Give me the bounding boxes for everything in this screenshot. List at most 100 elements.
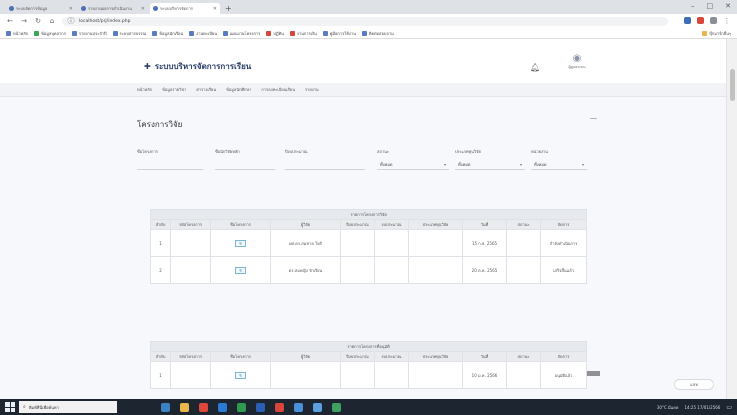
menu-item[interactable]: รายงาน — [305, 86, 319, 93]
forward-icon[interactable]: → — [20, 17, 28, 25]
column-header[interactable]: รหัสโครงการ — [170, 351, 211, 362]
column-header[interactable]: งบประมาณ — [374, 219, 409, 230]
menu-item[interactable]: ข้อมูลนักศึกษา — [226, 86, 251, 93]
row-number: 1 — [150, 229, 171, 257]
profile-icon[interactable] — [710, 17, 717, 24]
edge-icon[interactable] — [218, 402, 227, 412]
view-button[interactable]: ดู — [235, 371, 246, 379]
extension-icon[interactable] — [697, 17, 704, 24]
app-icon[interactable] — [332, 402, 341, 412]
clock[interactable]: 14:25 17/01/2566 — [684, 405, 720, 410]
bookmark-item[interactable]: ติดต่อสอบถาม — [361, 30, 394, 37]
column-header[interactable]: ประเภททุนวิจัย — [408, 219, 463, 230]
page-scrollbar[interactable] — [726, 39, 737, 399]
task-view-icon[interactable] — [161, 402, 170, 412]
browser-tab-active[interactable]: ระบบบริหารจัดการ ✕ — [150, 3, 220, 14]
collapse-icon[interactable]: — — [590, 114, 597, 122]
column-header[interactable]: งบประมาณ — [374, 351, 409, 362]
year-input[interactable] — [285, 169, 365, 170]
bookmark-item[interactable]: แผนงานโครงการ — [222, 30, 260, 37]
taskbar-search[interactable]: ⌕ พิมพ์ที่นี่เพื่อค้นหา — [19, 401, 117, 413]
minimize-icon[interactable]: – — [691, 2, 695, 10]
column-header[interactable]: ปีงบประมาณ — [340, 219, 375, 230]
bookmark-item[interactable]: งานทะเบียน — [189, 30, 217, 37]
bookmark-item[interactable]: คู่มือการใช้งาน — [322, 30, 356, 37]
filter-label: ชื่อนักวิจัยหลัก — [215, 149, 240, 154]
menu-item[interactable]: หน้าหลัก — [137, 86, 152, 93]
browser-tab[interactable]: ระบบจัดการข้อมูล ✕ — [6, 3, 76, 14]
scrollbar-thumb[interactable] — [730, 69, 735, 101]
project-name-input[interactable] — [137, 169, 203, 170]
bookmark-item[interactable]: งานการเงิน — [289, 30, 317, 37]
word-icon[interactable] — [256, 402, 265, 412]
bookmark-item[interactable]: ข้อมูลบุคลากร — [34, 30, 66, 37]
weather-widget[interactable]: 30°C มีแดด — [657, 404, 679, 411]
column-header[interactable]: ชื่อโครงการ — [210, 219, 271, 230]
bookmark-item[interactable]: รายงานประจำปี — [71, 30, 107, 37]
bookmark-icon — [112, 30, 118, 36]
maximize-icon[interactable]: □ — [707, 2, 714, 10]
tab-close-icon[interactable]: ✕ — [213, 6, 217, 12]
bookmark-item[interactable]: ระบบสารบรรณ — [112, 30, 146, 37]
web-page: ✚ ระบบบริหารจัดการการเรียน 🔔︎ ◉ ผู้ดูแลร… — [0, 39, 726, 399]
tab-close-icon[interactable]: ✕ — [69, 6, 73, 12]
browser-tab[interactable]: รายงานผลการดำเนินงาน ✕ — [78, 3, 148, 14]
browser-menu-icon[interactable]: ⋮ — [723, 17, 731, 25]
column-header[interactable]: วันที่ — [462, 351, 507, 362]
date-cell: 15 ก.ย. 2565 — [462, 229, 507, 257]
other-bookmarks[interactable]: บุ๊กมาร์กอื่นๆ — [702, 30, 731, 37]
column-header[interactable]: สถานะ — [506, 219, 541, 230]
file-explorer-icon[interactable] — [180, 402, 189, 412]
app-icon[interactable] — [313, 402, 322, 412]
projects-table: รายการโครงการวิจัย ลำดับ รหัสโครงการ ชื่… — [149, 209, 588, 284]
researcher-input[interactable] — [215, 169, 275, 170]
column-header[interactable]: ชื่อโครงการ — [210, 351, 271, 362]
column-header[interactable]: ปีงบประมาณ — [340, 351, 375, 362]
bookmark-label: ข้อมูลนักเรียน — [159, 30, 184, 36]
bookmark-item[interactable]: หน้าหลัก — [6, 30, 28, 37]
menu-item[interactable]: ตารางเรียน — [196, 86, 216, 93]
extension-icon[interactable] — [684, 17, 691, 24]
bookmark-item[interactable]: ปฏิทิน — [266, 30, 284, 37]
excel-icon[interactable] — [237, 402, 246, 412]
column-header[interactable]: ผู้วิจัย — [270, 219, 341, 230]
chat-button[interactable]: แชท — [674, 379, 714, 390]
back-icon[interactable]: ← — [6, 17, 14, 25]
column-header[interactable]: สถานะ — [506, 351, 541, 362]
address-bar[interactable]: ⓘ localhost/prj/index.php — [62, 16, 668, 26]
menu-item[interactable]: การลงทะเบียนเรียน — [261, 86, 295, 93]
app-icon[interactable] — [275, 402, 284, 412]
site-info-icon[interactable]: ⓘ — [67, 16, 75, 26]
reload-icon[interactable]: ↻ — [34, 17, 42, 25]
column-header[interactable]: จัดการ — [539, 351, 588, 362]
tab-close-icon[interactable]: ✕ — [141, 6, 145, 12]
bookmark-item[interactable]: ข้อมูลนักเรียน — [152, 30, 183, 37]
column-header[interactable]: ผู้วิจัย — [270, 351, 341, 362]
column-header[interactable]: ประเภททุนวิจัย — [408, 351, 463, 362]
view-button[interactable]: ดู — [235, 266, 246, 274]
column-header[interactable]: รหัสโครงการ — [170, 219, 211, 230]
close-window-icon[interactable]: ✕ — [725, 2, 731, 10]
select-value: ทั้งหมด — [534, 162, 547, 167]
view-button[interactable]: ดู — [235, 239, 246, 247]
department-select[interactable]: ทั้งหมด ▾ — [531, 160, 587, 170]
new-tab-button[interactable]: + — [225, 3, 232, 14]
taskbar-search-placeholder: พิมพ์ที่นี่เพื่อค้นหา — [28, 404, 59, 410]
notification-center-icon[interactable]: ▭ — [726, 404, 732, 411]
column-header[interactable]: วันที่ — [462, 219, 507, 230]
start-menu-icon[interactable] — [5, 402, 15, 412]
site-brand[interactable]: ✚ ระบบบริหารจัดการการเรียน — [144, 60, 251, 73]
fund-type-select[interactable]: ทั้งหมด ▾ — [455, 160, 525, 170]
notification-icon[interactable]: 🔔︎ — [530, 63, 540, 72]
browser-toolbar: ← → ↻ ⌂ ⓘ localhost/prj/index.php ⋮ — [0, 14, 737, 28]
app-icon[interactable] — [294, 402, 303, 412]
select-value: ทั้งหมด — [380, 162, 393, 167]
column-header[interactable]: ลำดับ — [150, 219, 171, 230]
chrome-icon[interactable] — [199, 402, 208, 412]
column-header[interactable]: จัดการ — [539, 219, 588, 230]
column-header[interactable]: ลำดับ — [150, 351, 171, 362]
status-select[interactable]: ทั้งหมด ▾ — [377, 160, 449, 170]
home-icon[interactable]: ⌂ — [48, 17, 56, 25]
menu-item[interactable]: ข้อมูลรายวิชา — [162, 86, 186, 93]
user-menu[interactable]: ◉ ผู้ดูแลระบบ — [560, 53, 594, 70]
